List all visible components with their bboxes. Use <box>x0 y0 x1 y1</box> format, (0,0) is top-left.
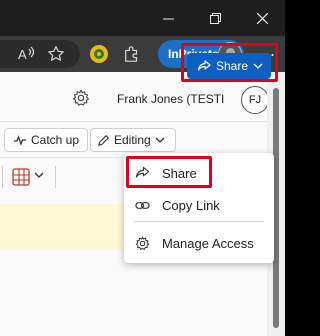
divider <box>2 166 3 188</box>
screen: A InPrivate ··· Frank Jones (TESTI F <box>0 0 285 336</box>
favorite-star-icon[interactable] <box>44 42 68 66</box>
menu-item-manage-access[interactable]: Manage Access <box>124 227 274 259</box>
address-bar[interactable]: A <box>0 40 80 68</box>
minimize-icon <box>162 18 174 19</box>
menu-item-copy-link[interactable]: Copy Link <box>124 189 274 221</box>
restore-icon <box>209 12 221 24</box>
user-name: Frank Jones (TESTI <box>117 92 225 106</box>
minimize-button[interactable] <box>145 0 191 36</box>
catch-up-icon <box>14 135 26 146</box>
gear-icon <box>134 235 150 251</box>
read-aloud-icon[interactable]: A <box>14 42 38 66</box>
menu-item-label: Copy Link <box>162 197 220 213</box>
chevron-down-icon[interactable] <box>34 170 44 182</box>
close-button[interactable] <box>239 0 285 36</box>
pencil-icon <box>98 134 109 146</box>
catch-up-label: Catch up <box>31 133 80 147</box>
table-grid-icon[interactable] <box>12 168 30 186</box>
share-menu-item-highlight <box>126 156 212 188</box>
svg-text:A: A <box>18 47 27 62</box>
close-icon <box>256 12 268 24</box>
editing-label: Editing <box>114 133 151 147</box>
restore-button[interactable] <box>192 0 238 36</box>
chevron-down-icon <box>155 137 165 143</box>
settings-gear-icon[interactable] <box>72 89 90 107</box>
extension-badge-icon[interactable] <box>87 42 111 66</box>
menu-separator <box>134 221 264 222</box>
link-icon <box>134 197 150 213</box>
share-button-highlight <box>181 43 278 82</box>
user-avatar[interactable]: FJ <box>241 86 269 114</box>
catch-up-button[interactable]: Catch up <box>4 128 89 152</box>
extensions-puzzle-icon[interactable] <box>120 42 144 66</box>
editing-mode-dropdown[interactable]: Editing <box>90 128 176 152</box>
divider <box>55 166 56 188</box>
menu-item-label: Manage Access <box>162 235 254 251</box>
title-bar <box>0 0 285 36</box>
